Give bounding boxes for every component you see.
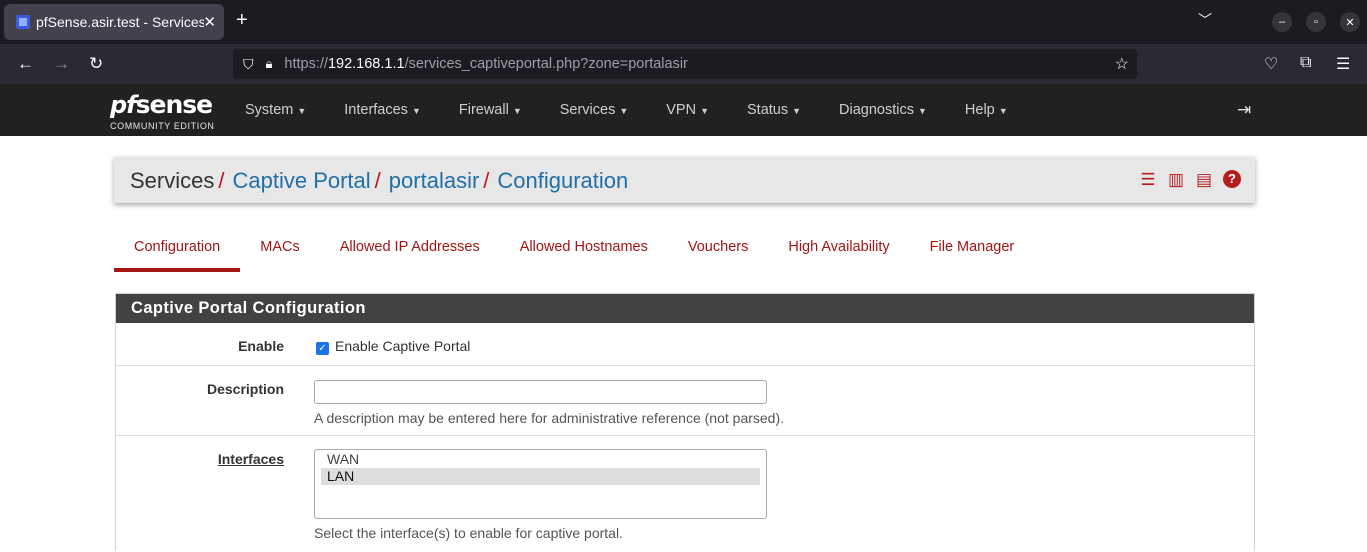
enable-checkbox-label[interactable]: Enable Captive Portal (335, 338, 470, 354)
pfsense-favicon-icon (16, 15, 30, 29)
pfsense-logo[interactable]: pfsense COMMUNITY EDITION (110, 90, 214, 131)
description-help: A description may be entered here for ad… (314, 410, 785, 426)
menu-diagnostics[interactable]: Diagnostics ▼ (839, 102, 927, 118)
breadcrumb-path: Services / Captive Portal / portalasir / Confi… (130, 168, 628, 194)
menu-interfaces-label: Interfaces (344, 102, 408, 118)
breadcrumb-shortcuts: ☰ ▥ ▤ ? (1129, 170, 1241, 190)
close-window-icon[interactable]: ✕ (1340, 12, 1360, 32)
description-row: Description A description may be entered… (116, 366, 1254, 436)
menu-interfaces[interactable]: Interfaces ▼ (344, 102, 421, 118)
caret-down-icon: ▼ (700, 106, 710, 116)
interfaces-listbox[interactable]: WAN LAN (314, 449, 767, 519)
breadcrumb-zone[interactable]: portalasir (389, 168, 479, 193)
url-path: /services_captiveportal.php?zone=portala… (404, 56, 688, 72)
hamburger-menu-icon[interactable]: ☰ (1336, 54, 1350, 74)
tab-configuration[interactable]: Configuration (114, 232, 241, 272)
enable-label: Enable (238, 338, 284, 354)
url-scheme: https:// (284, 56, 328, 72)
chevron-down-icon[interactable]: ﹀ (1198, 10, 1212, 30)
breadcrumb: Services / Captive Portal / portalasir / Confi… (114, 157, 1255, 203)
address-bar[interactable]: ⛉ 🔒︎ https://192.168.1.1/services_captiv… (233, 49, 1137, 79)
menu-firewall[interactable]: Firewall ▼ (459, 102, 522, 118)
caret-down-icon: ▼ (297, 106, 307, 116)
menu-system-label: System (245, 102, 294, 118)
interfaces-help: Select the interface(s) to enable for ca… (314, 525, 623, 541)
breadcrumb-separator: / (218, 168, 225, 193)
main-menu: System ▼ Interfaces ▼ Firewall ▼ Services ▼ … (245, 84, 1046, 136)
tab-allowed-ip-addresses[interactable]: Allowed IP Addresses (320, 232, 500, 272)
help-icon[interactable]: ? (1223, 170, 1241, 188)
menu-status-label: Status (747, 102, 789, 118)
restore-icon[interactable]: ▫ (1306, 12, 1326, 32)
url-text[interactable]: https://192.168.1.1/services_captiveport… (284, 56, 687, 72)
caret-down-icon: ▼ (411, 106, 421, 116)
browser-tab-title: pfSense.asir.test - Services: Captive Po… (36, 14, 204, 30)
tab-allowed-hostnames[interactable]: Allowed Hostnames (500, 232, 668, 272)
interface-option-lan[interactable]: LAN (321, 468, 760, 485)
breadcrumb-configuration[interactable]: Configuration (497, 168, 628, 193)
menu-diagnostics-label: Diagnostics (839, 102, 914, 118)
description-label: Description (206, 381, 284, 397)
close-tab-icon[interactable]: ✕ (203, 13, 216, 31)
menu-services-label: Services (559, 102, 616, 118)
caret-down-icon: ▼ (619, 106, 629, 116)
extensions-icon[interactable]: ⧉ (1300, 54, 1311, 72)
reload-icon[interactable]: ↻ (89, 54, 103, 74)
menu-system[interactable]: System ▼ (245, 102, 306, 118)
menu-help[interactable]: Help ▼ (965, 102, 1008, 118)
logo-edition: COMMUNITY EDITION (110, 121, 215, 131)
tab-macs[interactable]: MACs (240, 232, 319, 272)
menu-vpn[interactable]: VPN ▼ (666, 102, 709, 118)
breadcrumb-separator: / (374, 168, 381, 193)
section-tabs: Configuration MACs Allowed IP Addresses … (114, 232, 1034, 272)
caret-down-icon: ▼ (918, 106, 927, 116)
interface-option-wan[interactable]: WAN (321, 451, 760, 468)
interfaces-row: Interfaces WAN LAN Select the interface(… (116, 436, 1254, 552)
panel-title: Captive Portal Configuration (116, 294, 1254, 323)
description-input[interactable] (314, 380, 767, 404)
menu-status[interactable]: Status ▼ (747, 102, 801, 118)
breadcrumb-root: Services (130, 168, 215, 193)
url-host: 192.168.1.1 (327, 56, 405, 72)
caret-down-icon: ▼ (792, 106, 802, 116)
menu-firewall-label: Firewall (458, 102, 509, 118)
caret-down-icon: ▼ (512, 106, 522, 116)
logout-icon[interactable]: ⇥ (1237, 100, 1251, 120)
bookmark-star-icon[interactable]: ☆ (1115, 54, 1129, 74)
enable-checkbox[interactable]: ✓ (316, 342, 329, 355)
logo-pf: pf (110, 91, 137, 119)
menu-help-label: Help (964, 102, 995, 118)
browser-tab[interactable]: pfSense.asir.test - Services: Captive Po… (4, 4, 224, 40)
breadcrumb-captive-portal[interactable]: Captive Portal (232, 168, 370, 193)
tab-vouchers[interactable]: Vouchers (668, 232, 768, 272)
logo-sense: sense (135, 90, 213, 119)
minimize-icon[interactable]: – (1272, 12, 1292, 32)
browser-tab-bar: pfSense.asir.test - Services: Captive Po… (0, 0, 1367, 44)
captive-portal-config-panel: Captive Portal Configuration Enable ✓ En… (115, 293, 1255, 551)
forward-arrow-icon[interactable]: → (53, 54, 70, 74)
interfaces-label[interactable]: Interfaces (218, 451, 284, 467)
tab-file-manager[interactable]: File Manager (910, 232, 1035, 272)
log-list-icon[interactable]: ▤ (1195, 170, 1213, 190)
browser-nav-bar: ← → ↻ ⛉ 🔒︎ https://192.168.1.1/services_… (0, 44, 1367, 84)
back-arrow-icon[interactable]: ← (17, 54, 34, 74)
lock-icon[interactable]: 🔒︎ (266, 56, 273, 72)
enable-row: Enable ✓ Enable Captive Portal (116, 323, 1254, 366)
bar-chart-icon[interactable]: ▥ (1167, 170, 1185, 190)
pocket-icon[interactable]: ♡ (1264, 54, 1278, 74)
tab-high-availability[interactable]: High Availability (768, 232, 909, 272)
new-tab-icon[interactable]: + (236, 9, 248, 32)
menu-services[interactable]: Services ▼ (560, 102, 629, 118)
caret-down-icon: ▼ (998, 106, 1008, 116)
sliders-icon[interactable]: ☰ (1139, 170, 1157, 190)
breadcrumb-separator: / (483, 168, 490, 193)
shield-icon[interactable]: ⛉ (243, 56, 254, 73)
pfsense-header: pfsense COMMUNITY EDITION System ▼ Interf… (0, 84, 1367, 136)
menu-vpn-label: VPN (666, 102, 697, 118)
